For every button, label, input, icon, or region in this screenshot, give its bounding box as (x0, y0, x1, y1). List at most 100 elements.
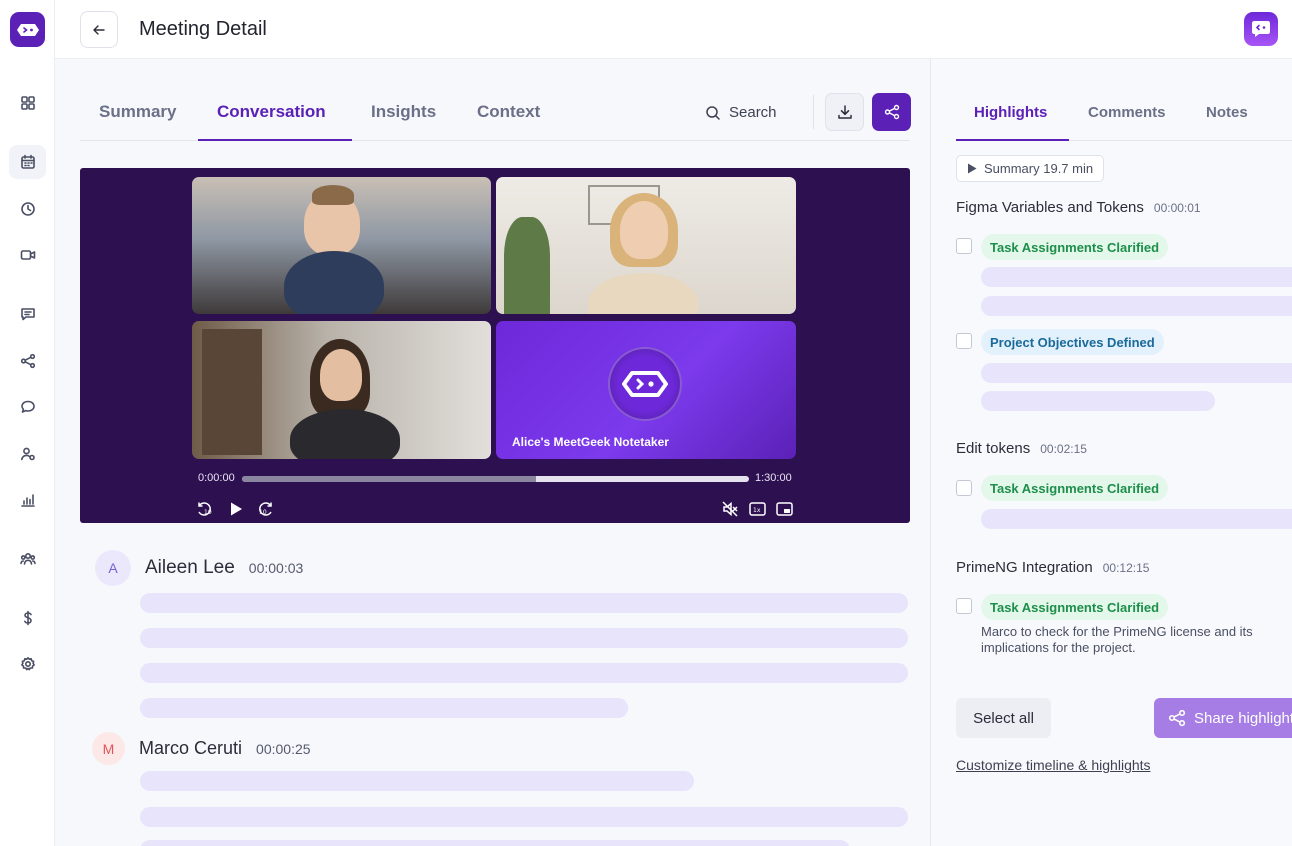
highlight-tag: Task Assignments Clarified (981, 234, 1169, 260)
section-title-text: Edit tokens (956, 440, 1031, 457)
total-time: 1:30:00 (755, 472, 792, 484)
play-button[interactable] (226, 499, 246, 519)
search-button[interactable]: Search (705, 104, 777, 121)
forward-10-button[interactable]: 10 (256, 499, 276, 519)
toolbar-divider (813, 95, 814, 129)
app-logo-icon[interactable] (10, 12, 45, 47)
search-label: Search (729, 104, 777, 121)
highlight-checkbox[interactable] (956, 598, 972, 614)
highlight-note: Marco to check for the PrimeNG license a… (981, 624, 1253, 655)
highlight-section-title[interactable]: Edit tokens 00:02:15 (956, 440, 1087, 457)
main-content: Summary Conversation Insights Context Se… (55, 59, 931, 846)
tab-context[interactable]: Context (477, 102, 540, 122)
notetaker-tile: Alice's MeetGeek Notetaker (496, 321, 796, 459)
transcript-speaker: A Aileen Lee 00:00:03 (95, 550, 303, 586)
customize-timeline-link[interactable]: Customize timeline & highlights (956, 757, 1151, 773)
highlights-tabs: Highlights Comments Notes (956, 91, 1292, 141)
tab-notes[interactable]: Notes (1206, 104, 1248, 121)
meetgeek-bot-icon (608, 347, 682, 421)
section-timestamp: 00:00:01 (1153, 201, 1201, 215)
forward-10-icon: 10 (259, 502, 272, 516)
settings-icon[interactable] (9, 647, 46, 681)
rewind-10-icon: 10 (198, 502, 212, 516)
share-highlights-button[interactable]: Share highlights (1154, 698, 1292, 738)
mute-button[interactable] (720, 499, 740, 519)
transcript-skeleton-line (140, 663, 908, 683)
speaker-timestamp[interactable]: 00:00:03 (249, 560, 304, 576)
active-tab-indicator (956, 139, 1069, 141)
highlight-section-title[interactable]: Figma Variables and Tokens 00:00:01 (956, 199, 1201, 216)
chat-bubble-icon[interactable] (9, 390, 46, 424)
video-progress-bar[interactable] (242, 476, 749, 482)
tab-comments[interactable]: Comments (1088, 104, 1166, 121)
current-time: 0:00:00 (198, 472, 235, 484)
message-square-icon[interactable] (9, 297, 46, 331)
participant-hair (312, 185, 354, 205)
tab-conversation[interactable]: Conversation (217, 102, 326, 122)
back-button[interactable] (80, 11, 118, 48)
sidebar (0, 0, 55, 846)
participant-face-front (620, 201, 668, 259)
transcript-skeleton-line (140, 698, 628, 718)
arrow-left-icon (93, 24, 105, 35)
transcript-skeleton-line (140, 593, 908, 613)
rewind-10-button[interactable]: 10 (194, 499, 214, 519)
volume-off-icon (722, 501, 738, 517)
workflow-icon[interactable] (9, 344, 46, 378)
highlights-panel: Highlights Comments Notes Summary 19.7 m… (931, 59, 1292, 846)
notetaker-label: Alice's MeetGeek Notetaker (512, 435, 669, 449)
share-icon (1168, 709, 1186, 727)
highlight-skeleton-line (981, 267, 1292, 287)
users-icon[interactable] (9, 437, 46, 471)
transcript-skeleton-line (140, 771, 694, 791)
section-timestamp: 00:12:15 (1102, 561, 1150, 575)
share-highlights-label: Share highlights (1194, 709, 1292, 727)
bookshelf-shape (202, 329, 262, 455)
speaker-name: Marco Ceruti (139, 738, 243, 758)
section-title-text: Figma Variables and Tokens (956, 199, 1144, 216)
speed-button[interactable]: 1x (747, 499, 767, 519)
assistant-avatar-icon[interactable] (1244, 12, 1278, 46)
participant-body (290, 409, 400, 459)
calendar-icon[interactable] (9, 145, 46, 179)
tab-highlights[interactable]: Highlights (974, 104, 1047, 121)
highlight-section-title[interactable]: PrimeNG Integration 00:12:15 (956, 559, 1149, 576)
highlight-tag: Project Objectives Defined (981, 329, 1164, 355)
transcript-skeleton-line (140, 840, 850, 846)
highlight-checkbox[interactable] (956, 333, 972, 349)
transcript-speaker: M Marco Ceruti 00:00:25 (92, 732, 311, 765)
participant-video-tile (192, 321, 491, 459)
speaker-name: Aileen Lee (145, 557, 235, 578)
participant-body (284, 251, 384, 314)
select-all-button[interactable]: Select all (956, 698, 1051, 738)
tab-summary[interactable]: Summary (99, 102, 176, 122)
section-title-text: PrimeNG Integration (956, 559, 1093, 576)
video-player[interactable]: Alice's MeetGeek Notetaker 0:00:00 1:30:… (80, 168, 910, 523)
active-tab-indicator (198, 139, 352, 141)
top-header: Meeting Detail (55, 0, 1292, 59)
search-icon (706, 105, 720, 120)
download-button[interactable] (825, 93, 864, 131)
highlight-tag: Task Assignments Clarified (981, 594, 1169, 620)
play-icon (968, 163, 977, 174)
highlight-skeleton-line (981, 509, 1292, 529)
participant-video-tile (496, 177, 796, 314)
dollar-icon[interactable] (9, 601, 46, 635)
team-icon[interactable] (9, 542, 46, 576)
highlight-tag: Task Assignments Clarified (981, 475, 1169, 501)
tab-insights[interactable]: Insights (371, 102, 436, 122)
highlight-skeleton-line (981, 296, 1292, 316)
share-button[interactable] (872, 93, 911, 131)
speaker-timestamp[interactable]: 00:00:25 (256, 741, 311, 757)
clock-icon[interactable] (9, 192, 46, 226)
summary-play-button[interactable]: Summary 19.7 min (956, 155, 1105, 182)
highlight-checkbox[interactable] (956, 238, 972, 254)
section-timestamp: 00:02:15 (1040, 442, 1087, 456)
analytics-icon[interactable] (9, 483, 46, 517)
share-icon (884, 104, 899, 120)
dashboard-icon[interactable] (9, 86, 46, 120)
highlight-checkbox[interactable] (956, 480, 972, 496)
video-icon[interactable] (9, 238, 46, 272)
picture-in-picture-button[interactable] (774, 499, 794, 519)
download-icon (837, 105, 852, 119)
